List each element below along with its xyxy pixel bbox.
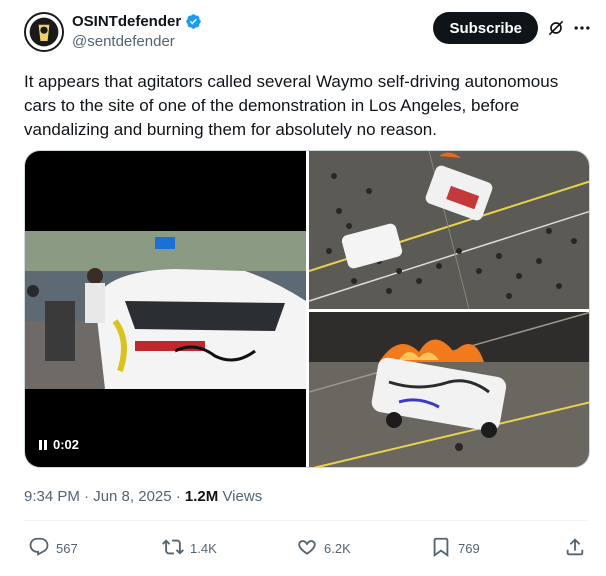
action-bar: 567 1.4K 6.2K 769 xyxy=(24,536,590,560)
verified-badge-icon xyxy=(185,13,202,30)
bookmark-icon xyxy=(430,536,452,561)
timestamp[interactable]: 9:34 PM · Jun 8, 2025 · xyxy=(24,488,185,505)
reply-button[interactable]: 567 xyxy=(28,536,78,561)
views-count: 1.2M xyxy=(184,488,219,505)
grok-icon[interactable] xyxy=(546,18,566,38)
handle[interactable]: @sentdefender xyxy=(72,33,202,50)
reply-count: 567 xyxy=(56,541,78,556)
like-button[interactable]: 6.2K xyxy=(296,536,351,561)
repost-icon xyxy=(162,536,184,561)
media-grid: 0:02 xyxy=(24,150,590,468)
video-time-label: 0:02 xyxy=(53,437,80,452)
like-icon xyxy=(296,536,318,561)
media-image-fire[interactable] xyxy=(309,312,589,467)
views-label: Views xyxy=(218,488,263,505)
more-icon[interactable] xyxy=(572,18,592,38)
tweet-text: It appears that agitators called several… xyxy=(24,72,559,139)
avatar[interactable] xyxy=(24,12,64,52)
subscribe-button[interactable]: Subscribe xyxy=(433,12,538,44)
repost-count: 1.4K xyxy=(190,541,217,556)
divider xyxy=(24,520,588,521)
tweet-meta: 9:34 PM · Jun 8, 2025 · 1.2M Views xyxy=(24,488,262,505)
bookmark-count: 769 xyxy=(458,541,480,556)
pause-icon[interactable] xyxy=(39,439,47,450)
bookmark-button[interactable]: 769 xyxy=(430,536,480,561)
repost-button[interactable]: 1.4K xyxy=(162,536,217,561)
like-count: 6.2K xyxy=(324,541,351,556)
video-frame xyxy=(25,231,306,389)
reply-icon xyxy=(28,536,50,561)
share-icon xyxy=(564,536,586,561)
author-names: OSINTdefender @sentdefender xyxy=(72,13,202,50)
share-button[interactable] xyxy=(564,536,586,561)
video-player[interactable]: 0:02 xyxy=(25,151,306,467)
video-time: 0:02 xyxy=(39,437,79,452)
media-image-crowd[interactable] xyxy=(309,151,589,309)
tweet-header: OSINTdefender @sentdefender Subscribe xyxy=(24,12,596,56)
display-name[interactable]: OSINTdefender xyxy=(72,13,181,30)
